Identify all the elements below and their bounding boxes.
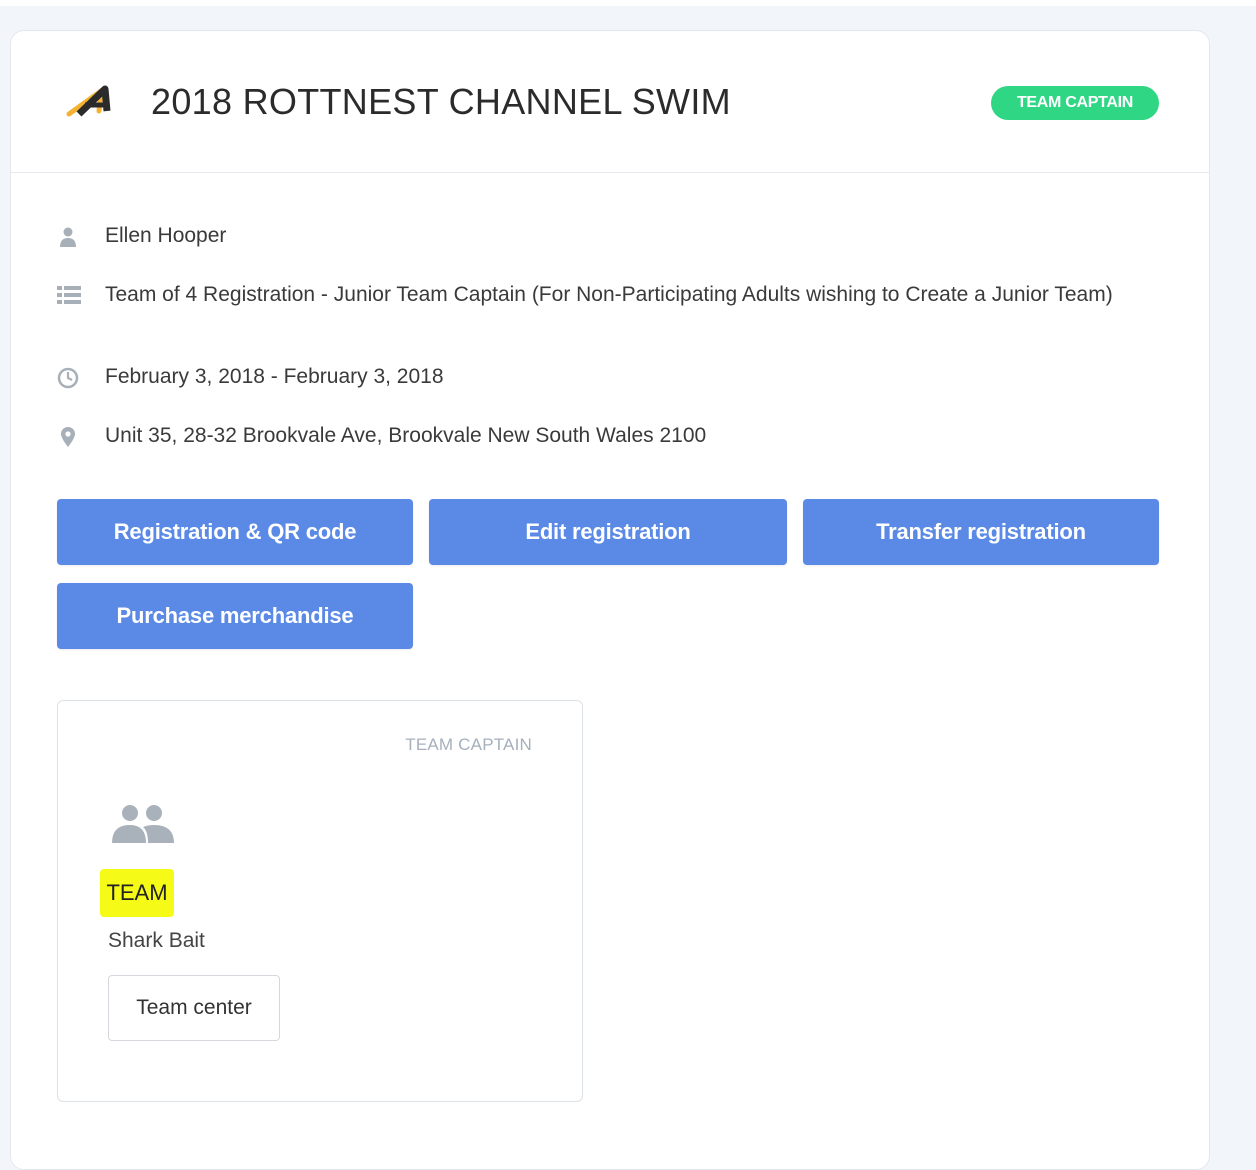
registration-type: Team of 4 Registration - Junior Team Cap… xyxy=(105,283,1113,306)
event-header: 2018 ROTTNEST CHANNEL SWIM TEAM CAPTAIN xyxy=(11,31,1209,173)
event-address: Unit 35, 28-32 Brookvale Ave, Brookvale … xyxy=(105,424,707,447)
team-card: TEAM CAPTAIN TEAM Shark Bait Team center xyxy=(57,700,583,1102)
participant-name: Ellen Hooper xyxy=(105,224,227,247)
clock-icon xyxy=(57,367,79,389)
list-icon xyxy=(57,285,81,307)
team-people-icon xyxy=(110,803,176,847)
team-center-button[interactable]: Team center xyxy=(108,975,280,1041)
transfer-registration-button[interactable]: Transfer registration xyxy=(803,499,1159,565)
registration-qr-button[interactable]: Registration & QR code xyxy=(57,499,413,565)
event-logo-icon xyxy=(65,81,115,121)
map-pin-icon xyxy=(57,426,79,448)
event-dates: February 3, 2018 - February 3, 2018 xyxy=(105,365,444,388)
team-name: Shark Bait xyxy=(108,929,205,952)
role-badge: TEAM CAPTAIN xyxy=(991,86,1159,120)
purchase-merchandise-button[interactable]: Purchase merchandise xyxy=(57,583,413,649)
team-label: TEAM xyxy=(100,869,174,917)
page-top-strip xyxy=(0,0,1256,6)
user-icon xyxy=(57,226,79,248)
event-title: 2018 ROTTNEST CHANNEL SWIM xyxy=(151,81,731,122)
team-role-label: TEAM CAPTAIN xyxy=(405,735,532,754)
event-registration-card: 2018 ROTTNEST CHANNEL SWIM TEAM CAPTAIN … xyxy=(10,30,1210,1170)
edit-registration-button[interactable]: Edit registration xyxy=(429,499,787,565)
registration-type-row: Team of 4 Registration - Junior Team Cap… xyxy=(57,283,1157,307)
